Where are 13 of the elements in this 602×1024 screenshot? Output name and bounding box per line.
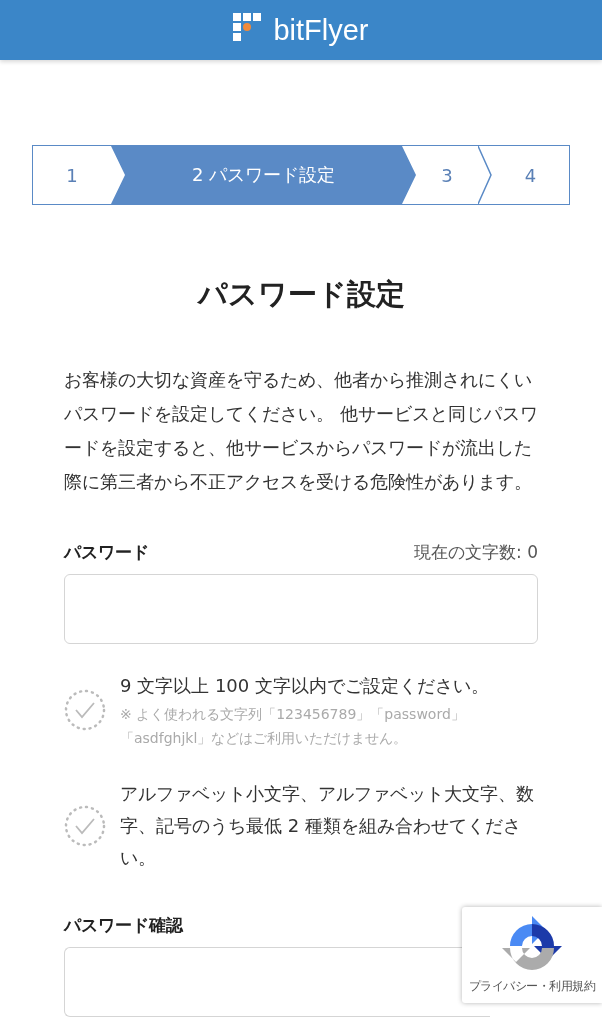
page-title: パスワード設定	[196, 276, 406, 313]
requirement-note: ※ よく使われる文字列「123456789」「password」「asdfghjkl」などはご利用いただけません。	[120, 705, 466, 748]
description-text: お客様の大切な資産を守るため、他者から推測されにくいパスワードを設定してください。 他サービスと同じパスワードを設定すると、他サービスからパスワードが流出した際に第三者から不正アクセスを受ける危険性があります。	[64, 369, 539, 494]
requirement-text: アルファベット小文字、アルファベット大文字、数字、記号のうち最低 2 種類を組み合わせてください。	[120, 782, 535, 870]
password-field[interactable]	[64, 574, 538, 644]
character-count: 現在の文字数: 0	[414, 541, 538, 564]
privacy-terms-link[interactable]: プライバシー・利用規約	[468, 977, 596, 995]
confirm-label: パスワード確認	[64, 915, 183, 935]
step-tab[interactable]: 2 パスワード設定	[111, 146, 416, 204]
logo-text: bitFlyer	[273, 13, 369, 47]
confirm-password-field[interactable]	[64, 947, 490, 1017]
requirement-text: 9 文字以上 100 文字以内でご設定ください。	[120, 674, 490, 698]
password-label: パスワード	[64, 541, 149, 564]
